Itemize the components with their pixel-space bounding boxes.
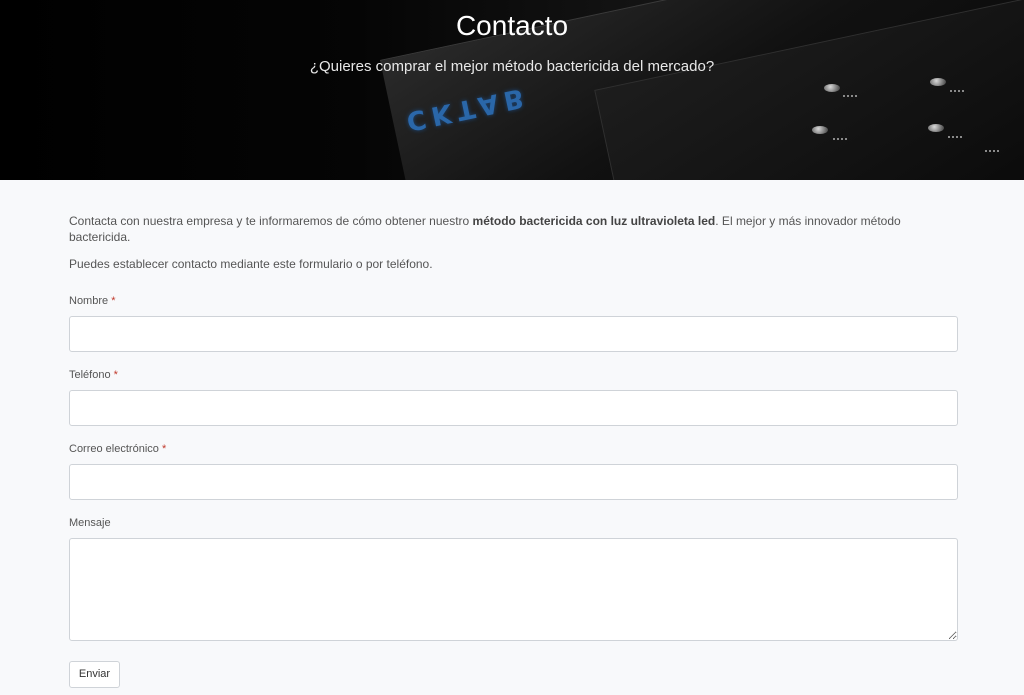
device-knob-icon [928, 124, 944, 132]
phone-label-text: Teléfono [69, 369, 111, 381]
device-dots-icon [950, 90, 964, 94]
hero-banner: CKTAB Contacto ¿Quieres comprar el mejor… [0, 0, 1024, 180]
submit-button[interactable]: Enviar [69, 661, 120, 688]
email-field[interactable] [69, 464, 958, 500]
name-label: Nombre * [69, 295, 958, 307]
device-knob-icon [930, 78, 946, 86]
message-field[interactable] [69, 538, 958, 641]
device-dots-icon [985, 150, 999, 154]
page-subtitle: ¿Quieres comprar el mejor método bacteri… [309, 58, 715, 75]
intro-contact-note: Puedes establecer contacto mediante este… [69, 257, 433, 271]
message-label-text: Mensaje [69, 517, 111, 529]
page-title: Contacto [455, 10, 569, 41]
phone-label: Teléfono * [69, 369, 958, 381]
required-mark: * [111, 295, 116, 307]
device-knob-icon [824, 84, 840, 92]
phone-field[interactable] [69, 390, 958, 426]
intro-paragraph: Contacta con nuestra empresa y te inform… [69, 213, 958, 245]
message-label: Mensaje [69, 517, 958, 529]
contact-section: Contacta con nuestra empresa y te inform… [69, 213, 958, 688]
email-label-text: Correo electrónico [69, 443, 159, 455]
required-mark: * [161, 443, 167, 455]
name-field[interactable] [69, 316, 958, 352]
name-label-text: Nombre [69, 295, 109, 307]
device-dots-icon [833, 138, 847, 142]
device-knob-icon [812, 126, 828, 134]
email-label: Correo electrónico * [69, 443, 958, 455]
intro-text-start: Contacta con nuestra empresa y te inform… [69, 214, 473, 228]
contact-form: Nombre * Teléfono * Correo electrónico *… [69, 295, 958, 688]
device-dots-icon [843, 95, 857, 99]
form-actions: Enviar [69, 661, 958, 688]
device-dots-icon [948, 136, 962, 140]
required-mark: * [113, 369, 118, 381]
intro-highlight: método bactericida con luz ultravioleta … [472, 214, 716, 228]
